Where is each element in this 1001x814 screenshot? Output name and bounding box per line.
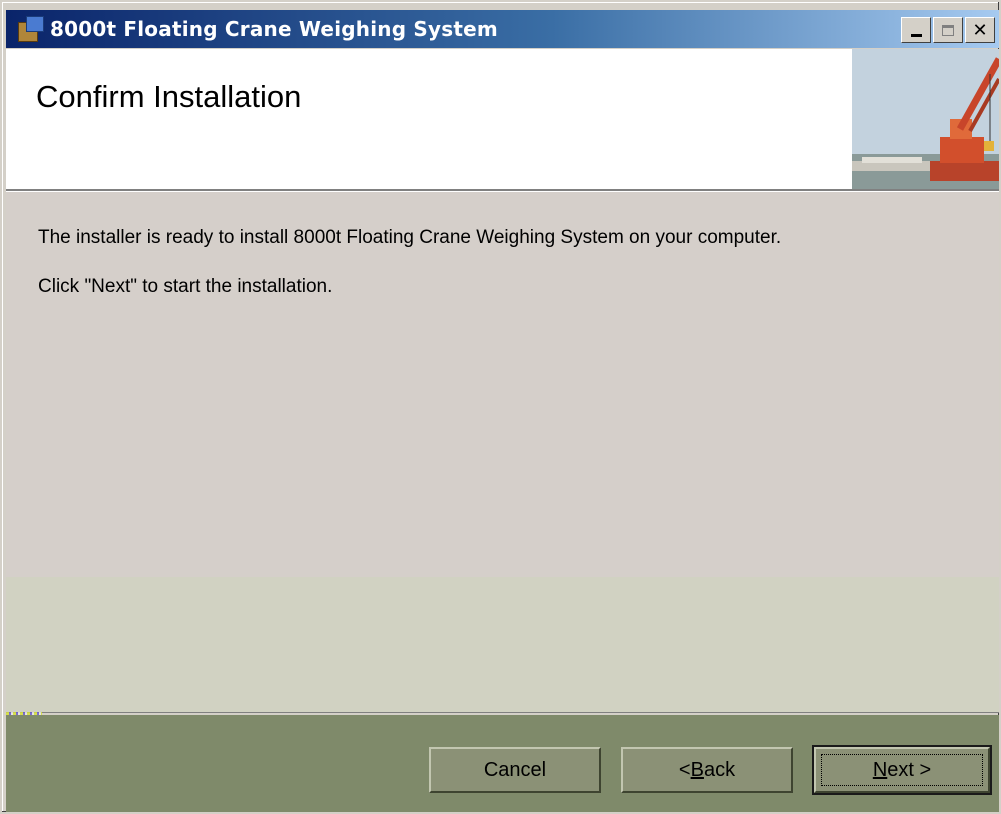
title-bar[interactable]: 8000t Floating Crane Weighing System ✕	[6, 10, 999, 48]
back-button[interactable]: < Back	[621, 747, 793, 793]
content-area: The installer is ready to install 8000t …	[6, 192, 999, 712]
back-label-prefix: <	[678, 758, 691, 781]
back-label-rest: ack	[703, 758, 736, 781]
maximize-icon	[942, 24, 954, 36]
instruction-message: Click "Next" to start the installation.	[38, 276, 333, 297]
crane-photo-svg	[852, 49, 999, 189]
next-button[interactable]: Next >	[812, 745, 992, 795]
installer-window: 8000t Floating Crane Weighing System ✕ C…	[0, 0, 1001, 814]
page-title: Confirm Installation	[36, 79, 302, 114]
maximize-button	[933, 17, 963, 43]
header-banner: Confirm Installation	[6, 49, 999, 191]
title-bar-buttons: ✕	[899, 17, 995, 43]
back-accelerator: B	[690, 758, 704, 781]
cancel-label: Cancel	[483, 758, 547, 781]
cancel-button[interactable]: Cancel	[429, 747, 601, 793]
ready-message: The installer is ready to install 8000t …	[38, 227, 782, 248]
minimize-icon	[910, 33, 922, 37]
crane-photo-icon	[852, 49, 999, 189]
app-icon-screen	[26, 16, 44, 32]
close-button[interactable]: ✕	[965, 17, 995, 43]
window-title: 8000t Floating Crane Weighing System	[50, 17, 498, 41]
close-icon: ✕	[972, 19, 988, 41]
focus-rectangle	[821, 754, 983, 786]
button-bar: Cancel < Back Next >	[6, 715, 999, 812]
minimize-button[interactable]	[901, 17, 931, 43]
installer-app-icon[interactable]	[14, 14, 44, 44]
